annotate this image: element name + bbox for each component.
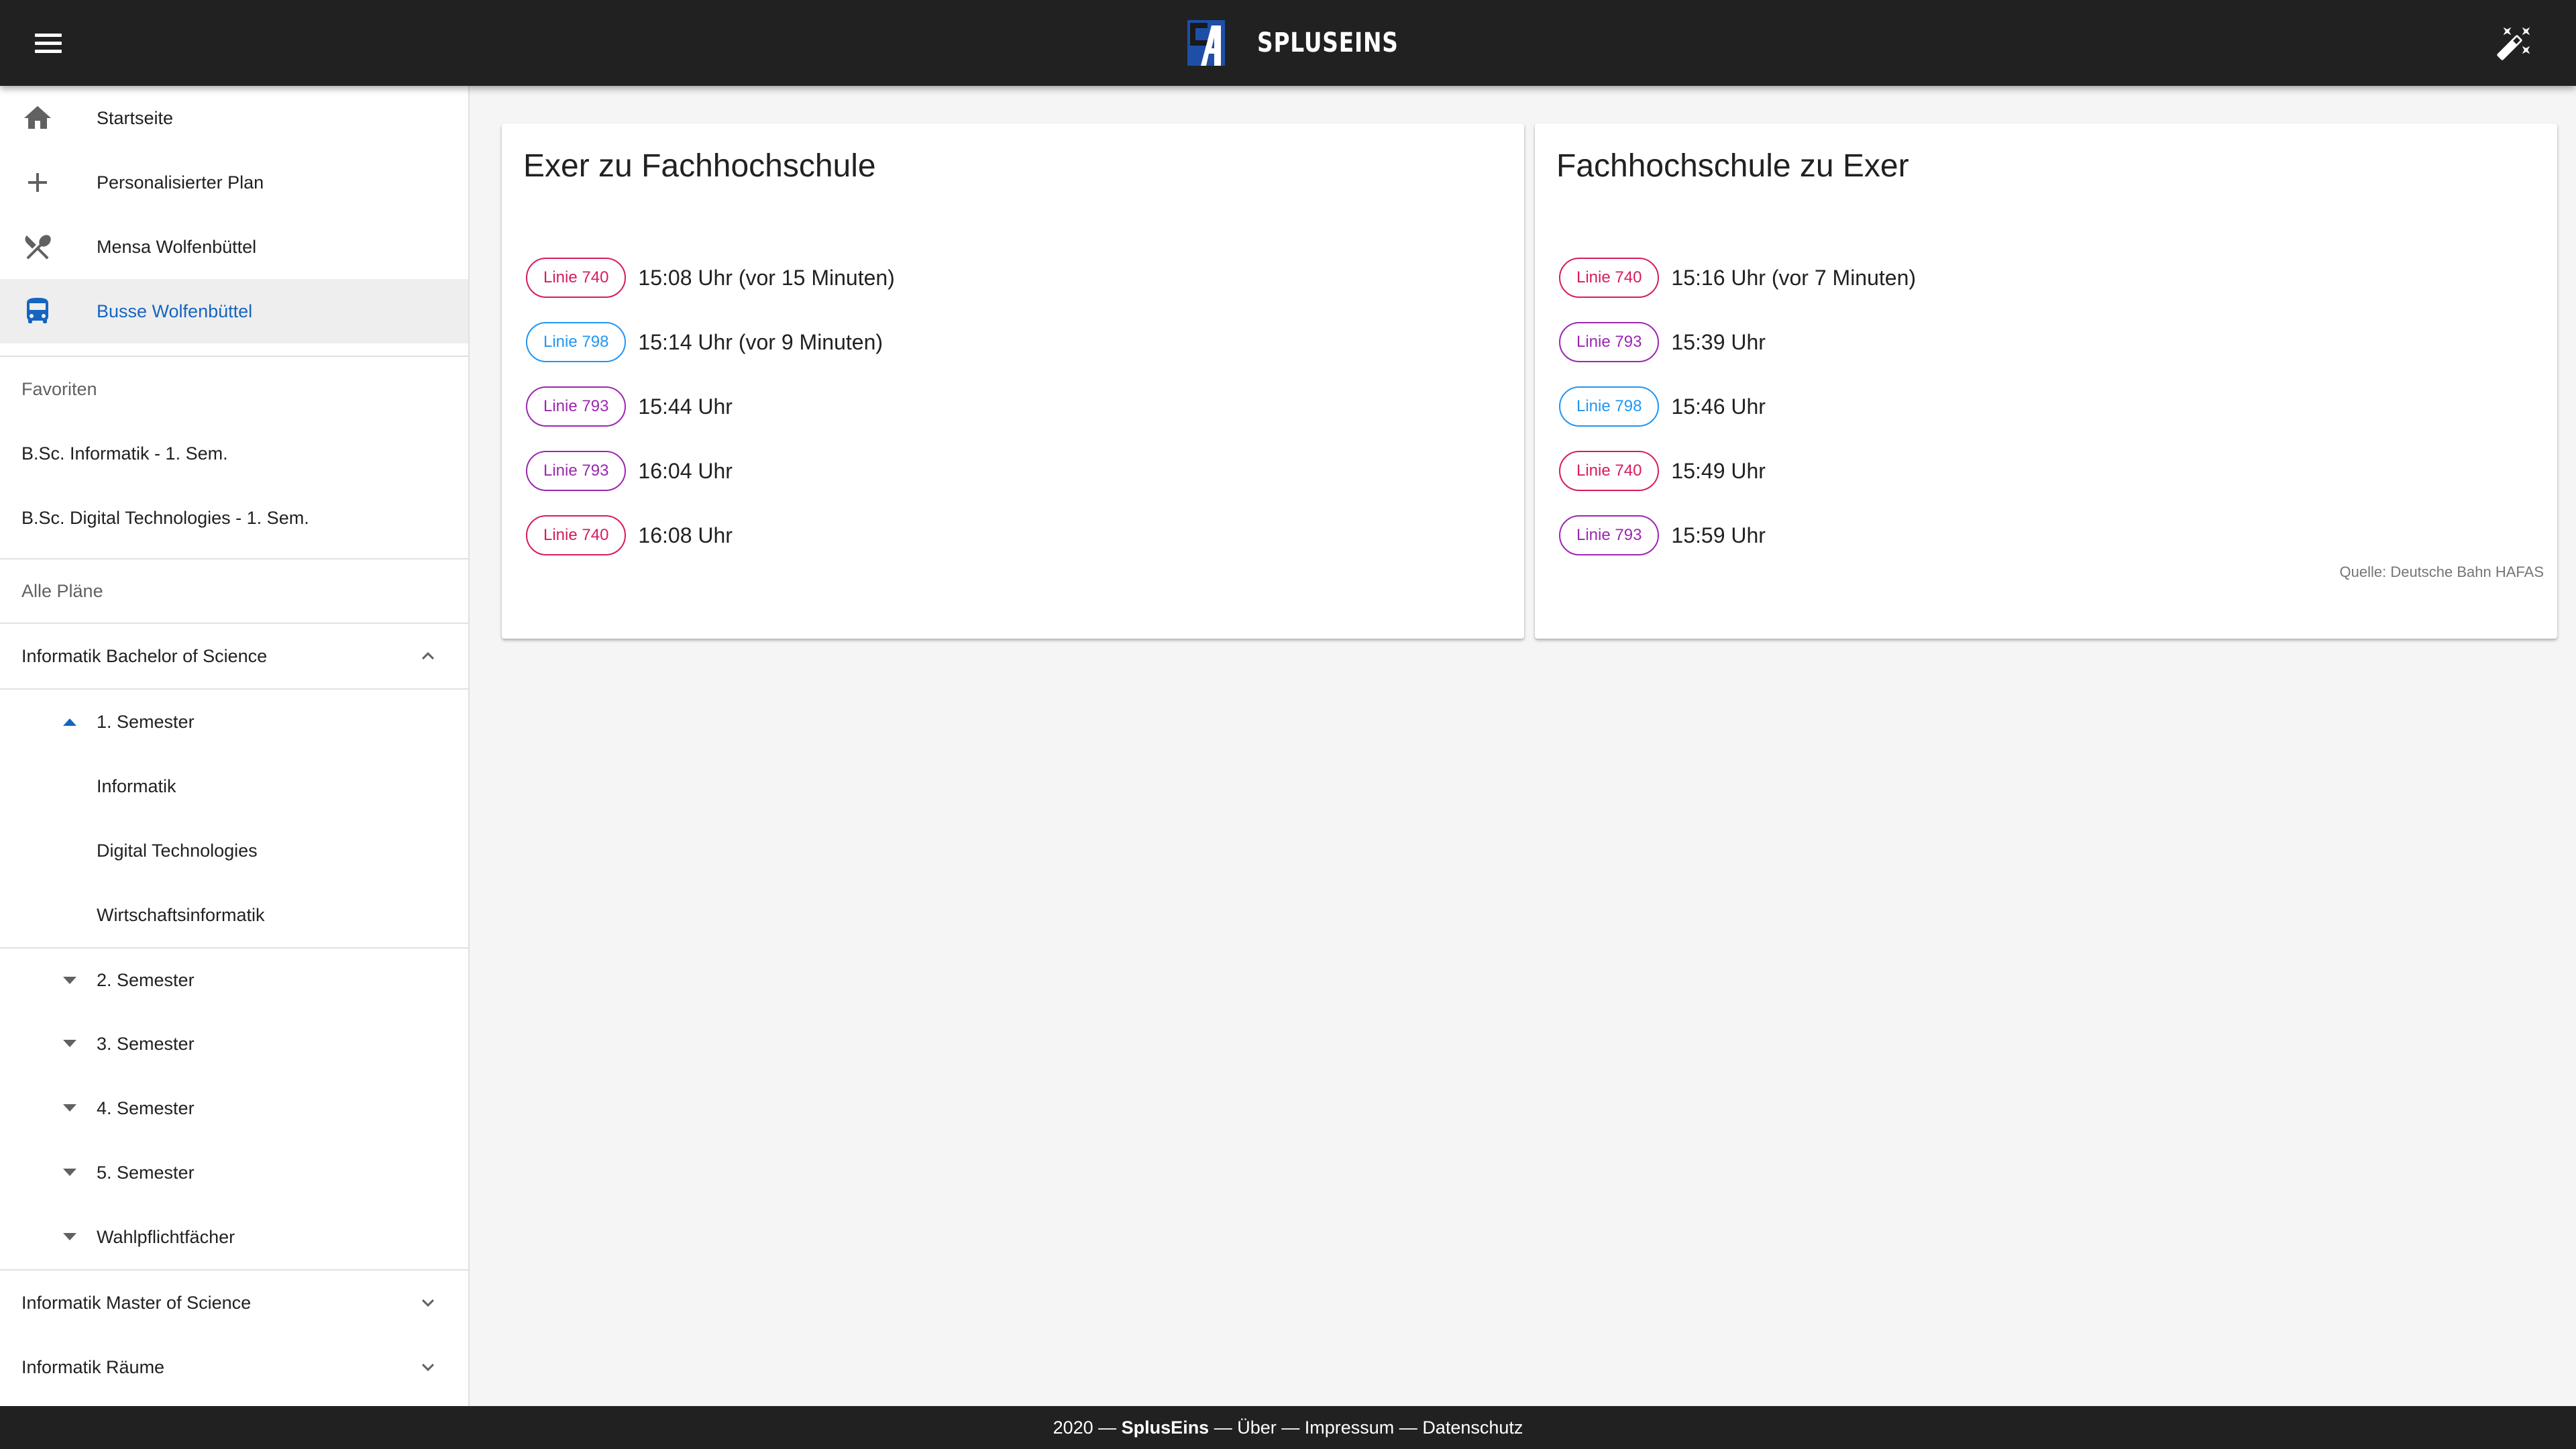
footer-about-link[interactable]: Über xyxy=(1237,1417,1277,1438)
departure-row: Linie 793 15:39 Uhr xyxy=(1559,321,1766,364)
departure-time: 15:46 Uhr xyxy=(1671,394,1766,419)
semester-label: 4. Semester xyxy=(97,1097,195,1118)
plan-item[interactable]: Informatik xyxy=(0,754,468,818)
spluseins-logo xyxy=(1187,20,1225,66)
card-title: Exer zu Fachhochschule xyxy=(523,148,876,184)
semester-label: 2. Semester xyxy=(97,969,195,990)
nav-busse[interactable]: Busse Wolfenbüttel xyxy=(0,279,468,343)
bus-icon xyxy=(27,298,48,323)
plan-item[interactable]: Digital Technologies xyxy=(0,818,468,883)
menu-icon[interactable] xyxy=(27,21,70,64)
line-chip[interactable]: Linie 740 xyxy=(1559,451,1660,491)
footer-imprint-link[interactable]: Impressum xyxy=(1305,1417,1395,1438)
line-chip[interactable]: Linie 740 xyxy=(526,515,627,555)
footer-year: 2020 xyxy=(1053,1417,1093,1438)
departure-row: Linie 793 15:59 Uhr xyxy=(1559,514,1766,557)
nav-label: Mensa Wolfenbüttel xyxy=(97,236,257,257)
departure-time: 15:39 Uhr xyxy=(1671,329,1766,354)
departure-row: Linie 793 16:04 Uhr xyxy=(526,449,733,492)
brand[interactable]: SPLUSEINS xyxy=(1187,20,1430,66)
semester-label: 5. Semester xyxy=(97,1162,195,1183)
line-chip[interactable]: Linie 793 xyxy=(1559,515,1660,555)
group-informatik-raeume[interactable]: Informatik Räume xyxy=(0,1335,468,1399)
departure-card-exer-fh: Exer zu Fachhochschule Linie 740 15:08 U… xyxy=(502,123,1524,639)
theme-toggle-icon[interactable] xyxy=(2496,24,2533,62)
line-chip[interactable]: Linie 793 xyxy=(1559,322,1660,362)
semester-label: Wahlpflichtfächer xyxy=(97,1226,235,1247)
departure-row: Linie 740 15:16 Uhr (vor 7 Minuten) xyxy=(1559,256,1916,299)
group-label: Informatik Räume xyxy=(21,1356,165,1377)
departure-card-fh-exer: Fachhochschule zu Exer Linie 740 15:16 U… xyxy=(1535,123,2557,639)
line-chip[interactable]: Linie 740 xyxy=(526,258,627,298)
nav-label: Startseite xyxy=(97,107,174,128)
nav-mensa[interactable]: Mensa Wolfenbüttel xyxy=(0,215,468,279)
departure-time: 15:08 Uhr (vor 15 Minuten) xyxy=(638,265,895,290)
footer-separator: — xyxy=(1276,1417,1305,1438)
app-bar: SPLUSEINS xyxy=(0,0,2576,86)
departure-time: 15:59 Uhr xyxy=(1671,523,1766,547)
nav-label: Personalisierter Plan xyxy=(97,172,264,193)
departure-time: 15:49 Uhr xyxy=(1671,458,1766,483)
departure-row: Linie 740 15:08 Uhr (vor 15 Minuten) xyxy=(526,256,895,299)
triangle-down-icon xyxy=(63,1169,76,1176)
navigation-drawer: Startseite Personalisierter Plan Mensa W… xyxy=(0,86,470,1406)
chevron-up-icon xyxy=(422,652,434,660)
card-title: Fachhochschule zu Exer xyxy=(1556,148,1909,184)
plan-item[interactable]: Wirtschaftsinformatik xyxy=(0,883,468,947)
group-label: Informatik Bachelor of Science xyxy=(21,645,268,666)
semester-wahlpflicht[interactable]: Wahlpflichtfächer xyxy=(0,1205,468,1269)
departure-time: 15:14 Uhr (vor 9 Minuten) xyxy=(638,329,883,354)
line-chip[interactable]: Linie 740 xyxy=(1559,258,1660,298)
main-content: Exer zu Fachhochschule Linie 740 15:08 U… xyxy=(470,86,2576,1406)
chevron-down-icon xyxy=(422,1363,434,1371)
semester-5[interactable]: 5. Semester xyxy=(0,1140,468,1205)
utensils-icon xyxy=(25,235,51,260)
favorite-item[interactable]: B.Sc. Digital Technologies - 1. Sem. xyxy=(0,486,468,550)
line-chip[interactable]: Linie 798 xyxy=(1559,386,1660,427)
line-chip[interactable]: Linie 793 xyxy=(526,451,627,491)
triangle-up-icon xyxy=(63,718,76,726)
departure-time: 15:16 Uhr (vor 7 Minuten) xyxy=(1671,265,1917,290)
departure-row: Linie 793 15:44 Uhr xyxy=(526,385,733,428)
departure-time: 15:44 Uhr xyxy=(638,394,733,419)
footer-separator: — xyxy=(1394,1417,1423,1438)
triangle-down-icon xyxy=(63,977,76,984)
semester-label: 3. Semester xyxy=(97,1033,195,1054)
departure-row: Linie 740 15:49 Uhr xyxy=(1559,449,1766,492)
triangle-down-icon xyxy=(63,1104,76,1112)
departure-time: 16:04 Uhr xyxy=(638,458,733,483)
departure-row: Linie 798 15:14 Uhr (vor 9 Minuten) xyxy=(526,321,883,364)
favorites-header: Favoriten xyxy=(21,378,97,399)
semester-4[interactable]: 4. Semester xyxy=(0,1076,468,1140)
departure-row: Linie 740 16:08 Uhr xyxy=(526,514,733,557)
nav-personalisierter-plan[interactable]: Personalisierter Plan xyxy=(0,150,468,215)
plus-icon xyxy=(28,173,47,192)
group-informatik-bachelor[interactable]: Informatik Bachelor of Science xyxy=(0,624,468,688)
departure-time: 16:08 Uhr xyxy=(638,523,733,547)
footer-brand-link[interactable]: SplusEins xyxy=(1122,1417,1210,1438)
brand-name: SPLUSEINS xyxy=(1257,28,1399,58)
group-informatik-master[interactable]: Informatik Master of Science xyxy=(0,1271,468,1335)
footer-privacy-link[interactable]: Datenschutz xyxy=(1422,1417,1523,1438)
semester-3[interactable]: 3. Semester xyxy=(0,1012,468,1076)
triangle-down-icon xyxy=(63,1040,76,1047)
line-chip[interactable]: Linie 793 xyxy=(526,386,627,427)
nav-label: Busse Wolfenbüttel xyxy=(97,301,253,321)
semester-1[interactable]: 1. Semester xyxy=(0,690,468,754)
nav-startseite[interactable]: Startseite xyxy=(0,86,468,150)
line-chip[interactable]: Linie 798 xyxy=(526,322,627,362)
footer-separator: — xyxy=(1093,1417,1122,1438)
semester-label: 1. Semester xyxy=(97,711,195,732)
all-plans-header: Alle Pläne xyxy=(21,580,103,601)
triangle-down-icon xyxy=(63,1233,76,1240)
footer-separator: — xyxy=(1209,1417,1238,1438)
footer: 2020 — SplusEins — Über — Impressum — Da… xyxy=(0,1406,2576,1449)
favorite-item[interactable]: B.Sc. Informatik - 1. Sem. xyxy=(0,421,468,486)
home-icon xyxy=(24,106,51,129)
semester-2[interactable]: 2. Semester xyxy=(0,949,468,1012)
chevron-down-icon xyxy=(422,1299,434,1307)
group-label: Informatik Master of Science xyxy=(21,1292,252,1313)
data-source-note: Quelle: Deutsche Bahn HAFAS xyxy=(2339,564,2544,580)
departure-row: Linie 798 15:46 Uhr xyxy=(1559,385,1766,428)
